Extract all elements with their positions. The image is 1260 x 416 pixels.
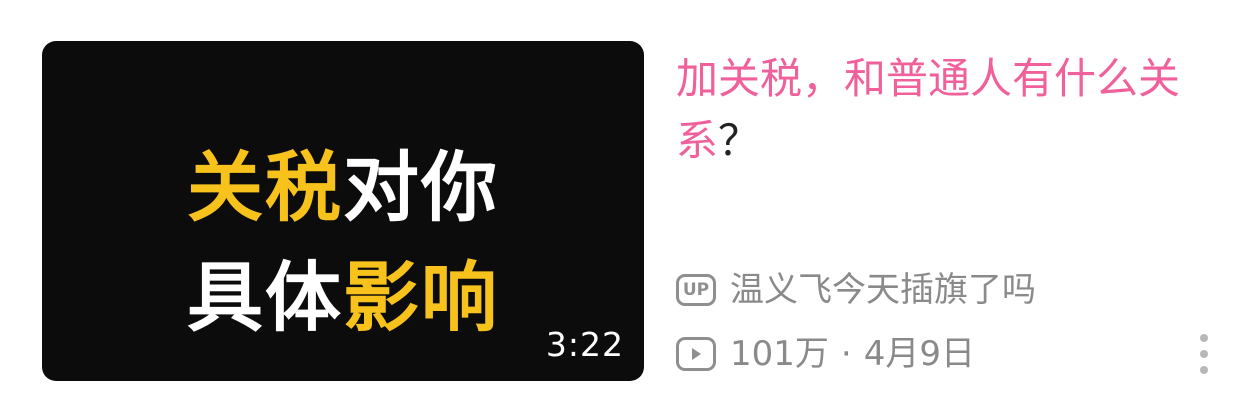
video-title[interactable]: 加关税，和普通人有什么关系？	[676, 48, 1236, 172]
meta-separator: ·	[840, 334, 852, 374]
play-icon	[676, 337, 716, 371]
more-dot	[1200, 350, 1208, 358]
video-title-rest: ？	[718, 116, 761, 165]
thumbnail-highlight-text: 影响	[343, 253, 499, 342]
video-thumbnail[interactable]: 关税对你 具体影响 3:22	[42, 41, 644, 381]
video-card[interactable]: 关税对你 具体影响 3:22 加关税，和普通人有什么关系？ UP 温义飞今天插旗…	[0, 0, 1260, 416]
publish-date: 4月9日	[863, 334, 975, 374]
thumbnail-text-line-1: 关税对你	[42, 143, 644, 233]
view-count: 101万	[730, 334, 829, 374]
more-vertical-icon[interactable]	[1194, 334, 1214, 374]
video-duration: 3:22	[545, 325, 624, 364]
thumbnail-highlight-text: 关税	[187, 143, 343, 232]
thumbnail-text: 对你	[343, 143, 499, 232]
author-row[interactable]: UP 温义飞今天插旗了吗	[676, 268, 1036, 312]
more-dot	[1200, 366, 1208, 374]
up-badge-icon: UP	[676, 274, 716, 306]
thumbnail-text: 具体	[187, 253, 343, 342]
author-name: 温义飞今天插旗了吗	[730, 270, 1036, 310]
stats-row: 101万 · 4月9日	[676, 332, 975, 376]
more-dot	[1200, 334, 1208, 342]
